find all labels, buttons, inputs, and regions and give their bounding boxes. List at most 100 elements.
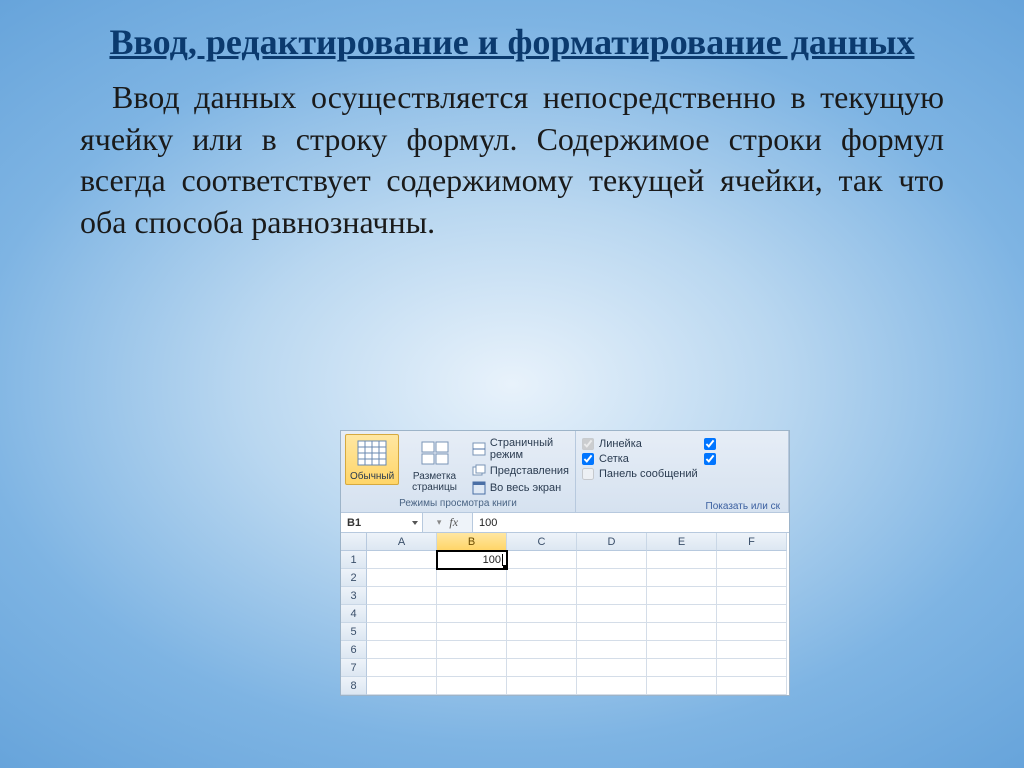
cell[interactable]: [367, 641, 437, 659]
slide-title: Ввод, редактирование и форматирование да…: [80, 20, 944, 65]
formula-input[interactable]: 100: [473, 513, 789, 532]
cell[interactable]: [367, 659, 437, 677]
cell[interactable]: [717, 587, 787, 605]
row-header[interactable]: 1: [341, 551, 367, 569]
cell[interactable]: [647, 623, 717, 641]
cell[interactable]: [577, 605, 647, 623]
grid-checkbox[interactable]: Сетка: [582, 453, 698, 465]
cell[interactable]: [367, 551, 437, 569]
formula-buttons: ▾ fx: [423, 513, 473, 532]
cell[interactable]: [717, 641, 787, 659]
col-header[interactable]: F: [717, 533, 787, 551]
msgbar-label: Панель сообщений: [599, 468, 698, 480]
col-header[interactable]: B: [437, 533, 507, 551]
custom-views-icon: [472, 464, 486, 478]
name-box[interactable]: B1: [341, 513, 423, 532]
msgbar-checkbox[interactable]: Панель сообщений: [582, 468, 698, 480]
cell[interactable]: [577, 641, 647, 659]
select-all-corner[interactable]: [341, 533, 367, 551]
cell[interactable]: [437, 587, 507, 605]
cell[interactable]: [437, 641, 507, 659]
col-header[interactable]: A: [367, 533, 437, 551]
page-layout-label: Разметка страницы: [406, 471, 463, 493]
cell[interactable]: [577, 677, 647, 695]
page-break-label: Страничный режим: [490, 437, 569, 461]
cell-value: 100: [483, 554, 501, 566]
cell[interactable]: [507, 551, 577, 569]
cell[interactable]: [717, 605, 787, 623]
cell[interactable]: [577, 569, 647, 587]
cell[interactable]: [507, 623, 577, 641]
cell[interactable]: [507, 677, 577, 695]
col-header[interactable]: C: [507, 533, 577, 551]
cell[interactable]: [647, 659, 717, 677]
cell[interactable]: [577, 587, 647, 605]
cell[interactable]: [717, 623, 787, 641]
spreadsheet-grid: 1 2 3 4 5 6 7 8 A B C D E F 100: [341, 533, 789, 695]
extra-checkbox-1[interactable]: [704, 438, 716, 450]
cell[interactable]: [437, 569, 507, 587]
cell[interactable]: [507, 641, 577, 659]
row-header[interactable]: 4: [341, 605, 367, 623]
row-header[interactable]: 2: [341, 569, 367, 587]
ruler-label: Линейка: [599, 438, 642, 450]
views-group-label: Режимы просмотра книги: [345, 496, 571, 512]
row-header[interactable]: 6: [341, 641, 367, 659]
normal-view-label: Обычный: [350, 471, 394, 482]
formula-dropdown-icon[interactable]: ▾: [437, 517, 442, 528]
cell[interactable]: [367, 587, 437, 605]
ruler-checkbox[interactable]: Линейка: [582, 438, 698, 450]
cell[interactable]: [507, 569, 577, 587]
cell[interactable]: [647, 587, 717, 605]
row-header[interactable]: 3: [341, 587, 367, 605]
cell[interactable]: [717, 659, 787, 677]
excel-ribbon: Обычный Разметка страницы Страничный реж…: [341, 431, 789, 513]
row-header[interactable]: 7: [341, 659, 367, 677]
extra-checkbox-2[interactable]: [704, 453, 716, 465]
cell[interactable]: [647, 551, 717, 569]
fullscreen-button[interactable]: Во весь экран: [470, 480, 571, 496]
cell[interactable]: [717, 677, 787, 695]
col-header[interactable]: D: [577, 533, 647, 551]
cell[interactable]: [437, 623, 507, 641]
normal-view-icon: [356, 437, 388, 469]
custom-views-label: Представления: [490, 465, 569, 477]
cell[interactable]: [647, 677, 717, 695]
cell[interactable]: [507, 587, 577, 605]
cell[interactable]: [507, 659, 577, 677]
row-header[interactable]: 8: [341, 677, 367, 695]
show-group-label: Показать или ск: [580, 497, 784, 512]
custom-views-button[interactable]: Представления: [470, 463, 571, 479]
cell[interactable]: [437, 659, 507, 677]
cell[interactable]: [717, 551, 787, 569]
cell[interactable]: [437, 677, 507, 695]
text-cursor: [502, 554, 503, 566]
cell[interactable]: [577, 623, 647, 641]
cell[interactable]: [367, 677, 437, 695]
page-break-icon: [472, 442, 486, 456]
normal-view-button[interactable]: Обычный: [345, 434, 399, 485]
cell[interactable]: [367, 605, 437, 623]
formula-bar: B1 ▾ fx 100: [341, 513, 789, 533]
cell[interactable]: [577, 659, 647, 677]
slide-body-text: Ввод данных осуществляется непосредствен…: [80, 77, 944, 243]
fullscreen-icon: [472, 481, 486, 495]
page-layout-button[interactable]: Разметка страницы: [401, 434, 468, 496]
cell[interactable]: [437, 605, 507, 623]
row-header[interactable]: 5: [341, 623, 367, 641]
cell[interactable]: [647, 569, 717, 587]
cell[interactable]: [647, 605, 717, 623]
cell[interactable]: [367, 569, 437, 587]
cell[interactable]: [367, 623, 437, 641]
grid-label: Сетка: [599, 453, 629, 465]
cell[interactable]: [647, 641, 717, 659]
page-break-button[interactable]: Страничный режим: [470, 436, 571, 462]
fx-icon[interactable]: fx: [449, 515, 458, 530]
cell[interactable]: [507, 605, 577, 623]
excel-screenshot: Обычный Разметка страницы Страничный реж…: [340, 430, 790, 696]
cell[interactable]: [717, 569, 787, 587]
cell-B1[interactable]: 100: [437, 551, 507, 569]
fullscreen-label: Во весь экран: [490, 482, 561, 494]
col-header[interactable]: E: [647, 533, 717, 551]
cell[interactable]: [577, 551, 647, 569]
